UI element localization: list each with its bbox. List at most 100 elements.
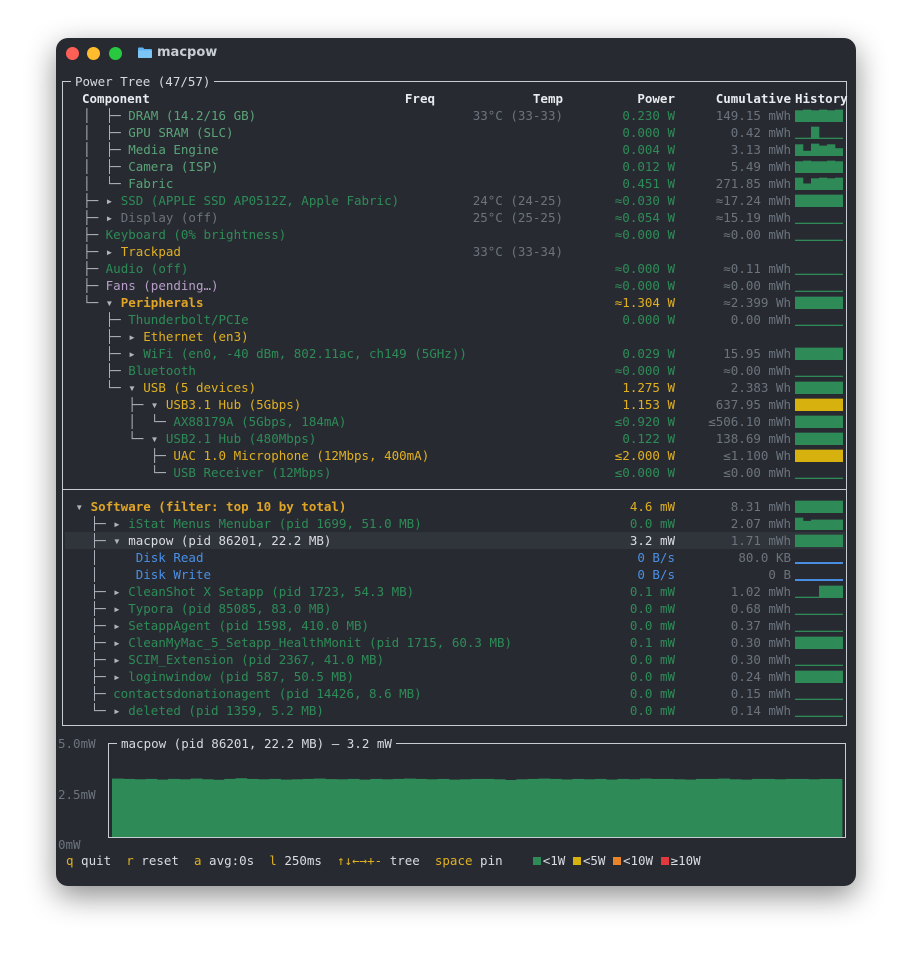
- tree-row[interactable]: └─ ▾ USB (5 devices) 1.275 W 2.383 Wh: [63, 379, 846, 396]
- history-bar: [811, 630, 820, 632]
- history-bar: [827, 715, 836, 717]
- tree-row[interactable]: │ ├─ GPU SRAM (SLC) 0.000 W 0.42 mWh: [63, 124, 846, 141]
- tree-branch: ├─: [68, 312, 129, 327]
- tree-row[interactable]: │ Disk Write 0 B/s 0 B: [63, 566, 846, 583]
- tree-row[interactable]: │ └─ AX88179A (5Gbps, 184mA) ≤0.920 W ≤506…: [63, 413, 846, 430]
- history-bar: [811, 477, 820, 479]
- minimize-button[interactable]: [87, 47, 100, 60]
- tree-row[interactable]: ├─ Audio (off) ≈0.000 W ≈0.11 mWh: [63, 260, 846, 277]
- component-name: Fabric: [128, 176, 174, 191]
- tree-row[interactable]: ├─ ▸ SetappAgent (pid 1598, 410.0 MB) 0.0…: [63, 617, 846, 634]
- tree-row[interactable]: ├─ ▸ SCIM_Extension (pid 2367, 41.0 MB) 0…: [63, 651, 846, 668]
- col-cumulative[interactable]: Cumulative: [683, 90, 791, 107]
- history-bar: [795, 579, 804, 581]
- key-hints-bar: q quit r reset a avg:0s l 250ms ↑↓←→+- t…: [66, 852, 708, 870]
- tree-row[interactable]: ├─ ▸ SSD (APPLE SSD AP0512Z, Apple Fabri…: [63, 192, 846, 209]
- tree-row[interactable]: │ ├─ DRAM (14.2/16 GB) 33°C (33-33) 0.230 …: [63, 107, 846, 124]
- graph-bar: [651, 778, 663, 837]
- tree-row[interactable]: ├─ Fans (pending…) ≈0.000 W ≈0.00 mWh: [63, 277, 846, 294]
- component-name: Camera (ISP): [128, 159, 219, 174]
- history-bar: [819, 222, 828, 224]
- tree-row[interactable]: ├─ ▸ Display (off) 25°C (25-25) ≈0.054 W ≈1…: [63, 209, 846, 226]
- tree-row[interactable]: │ └─ Fabric 0.451 W 271.85 mWh: [63, 175, 846, 192]
- history-bar: [827, 562, 836, 564]
- history-bar: [795, 381, 804, 394]
- graph-bar: [527, 778, 540, 837]
- tree-row[interactable]: │ Disk Read 0 B/s 80.0 KB: [63, 549, 846, 566]
- tree-row[interactable]: ├─ Bluetooth ≈0.000 W ≈0.00 mWh: [63, 362, 846, 379]
- history-bar: [803, 562, 812, 564]
- tree-row[interactable]: └─ ▾ USB2.1 Hub (480Mbps) 0.122 W 138.69 m…: [63, 430, 846, 447]
- history-bar: [811, 347, 820, 360]
- history-bar: [835, 296, 843, 309]
- tree-row[interactable]: │ ├─ Camera (ISP) 0.012 W 5.49 mWh: [63, 158, 846, 175]
- tree-row[interactable]: │ ├─ Media Engine 0.004 W 3.13 mWh: [63, 141, 846, 158]
- col-component[interactable]: Component: [82, 90, 150, 107]
- key-hint[interactable]: q quit: [66, 853, 111, 868]
- tree-row[interactable]: ├─ ▸ iStat Menus Menubar (pid 1699, 51.0…: [63, 515, 846, 532]
- key-hint[interactable]: r reset: [126, 853, 179, 868]
- tree-row[interactable]: ├─ ▸ CleanMyMac_5_Setapp_HealthMonit (pi…: [63, 634, 846, 651]
- col-history[interactable]: History: [795, 90, 848, 107]
- history-sparkline: [795, 194, 843, 207]
- graph-bar: [729, 779, 742, 837]
- history-sparkline: [795, 579, 843, 581]
- graph-bar: [381, 779, 394, 837]
- tree-row[interactable]: └─ USB Receiver (12Mbps) ≤0.000 W ≤0.00 mW…: [63, 464, 846, 481]
- legend-label: ≥10W: [670, 853, 701, 868]
- component-cell: │ ├─ GPU SRAM (SLC): [68, 124, 234, 141]
- tree-row[interactable]: ├─ ▸ loginwindow (pid 587, 50.5 MB) 0.0 m…: [63, 668, 846, 685]
- cumulative-cell: ≤0.00 mWh: [723, 465, 791, 480]
- key-action: quit: [73, 853, 112, 868]
- tree-row[interactable]: └─ ▾ Peripherals ≈1.304 W ≈2.399 Wh: [63, 294, 846, 311]
- tree-branch: ├─ ▸: [68, 635, 129, 650]
- history-bar: [811, 273, 820, 275]
- key-hint[interactable]: ↑↓←→+- tree: [337, 853, 420, 868]
- history-bar: [835, 698, 843, 700]
- history-bar: [819, 579, 828, 581]
- power-cell: 0.0 mW: [629, 601, 675, 616]
- history-bar: [795, 432, 804, 445]
- tree-row[interactable]: ├─ ▾ macpow (pid 86201, 22.2 MB) 3.2 mW 1.…: [63, 532, 846, 549]
- key-hint[interactable]: a avg:0s: [194, 853, 254, 868]
- key-hint[interactable]: l 250ms: [269, 853, 322, 868]
- col-freq[interactable]: Freq: [363, 90, 435, 107]
- tree-row[interactable]: ├─ Thunderbolt/PCIe 0.000 W 0.00 mWh: [63, 311, 846, 328]
- component-cell: ├─ ▸ SSD (APPLE SSD AP0512Z, Apple Fabri…: [68, 192, 399, 209]
- legend-swatch: [660, 857, 669, 865]
- history-bar: [827, 347, 836, 360]
- history-bar: [819, 670, 828, 683]
- cumulative-cell: 0.14 mWh: [730, 703, 791, 718]
- history-bar: [835, 500, 843, 513]
- tree-row[interactable]: ├─ ▸ WiFi (en0, -40 dBm, 802.11ac, ch149…: [63, 345, 846, 362]
- y-label-top: 5.0mW: [58, 736, 96, 751]
- tree-row[interactable]: ├─ Keyboard (0% brightness) ≈0.000 W ≈0.00…: [63, 226, 846, 243]
- component-name: deleted (pid 1359, 5.2 MB): [128, 703, 324, 718]
- key-hint[interactable]: space pin: [435, 853, 503, 868]
- history-bar: [803, 239, 812, 241]
- component-cell: │ └─ AX88179A (5Gbps, 184mA): [68, 413, 346, 430]
- component-name: Display (off): [120, 210, 219, 225]
- col-temp[interactable]: Temp: [463, 90, 563, 107]
- tree-row[interactable]: ├─ ▸ CleanShot X Setapp (pid 1723, 54.3 …: [63, 583, 846, 600]
- history-bar: [795, 596, 804, 598]
- tree-row[interactable]: ├─ ▸ Typora (pid 85085, 83.0 MB) 0.0 mW 0.…: [63, 600, 846, 617]
- tree-row[interactable]: └─ ▸ deleted (pid 1359, 5.2 MB) 0.0 mW 0.1…: [63, 702, 846, 719]
- tree-row[interactable]: ├─ ▸ Trackpad 33°C (33-34): [63, 243, 846, 260]
- power-cell: ≤0.920 W: [614, 414, 675, 429]
- close-button[interactable]: [66, 47, 79, 60]
- tree-row[interactable]: ├─ UAC 1.0 Microphone (12Mbps, 400mA) ≤2.…: [63, 447, 846, 464]
- graph-bar: [134, 779, 147, 837]
- tree-row[interactable]: ▾ Software (filter: top 10 by total) 4.6 …: [63, 498, 846, 515]
- zoom-button[interactable]: [109, 47, 122, 60]
- tree-row[interactable]: ├─ contactsdonationagent (pid 14426, 8.6…: [63, 685, 846, 702]
- graph-bar: [359, 779, 371, 837]
- tree-row[interactable]: ├─ ▸ Ethernet (en3): [63, 328, 846, 345]
- tree-row[interactable]: ├─ ▾ USB3.1 Hub (5Gbps) 1.153 W 637.95 mWh: [63, 396, 846, 413]
- cumulative-cell: ≈0.11 mWh: [723, 261, 791, 276]
- history-bar: [803, 273, 812, 275]
- tree-branch: ├─ ▸: [68, 601, 129, 616]
- cumulative-cell: 2.07 mWh: [730, 516, 791, 531]
- col-power[interactable]: Power: [575, 90, 675, 107]
- component-name: Disk Read: [135, 550, 204, 565]
